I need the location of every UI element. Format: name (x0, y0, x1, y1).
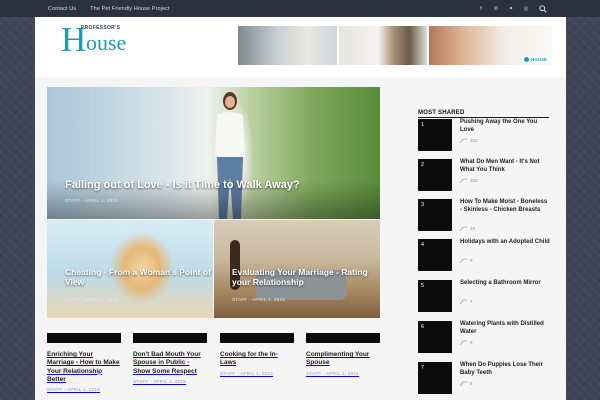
post-thumbnail (220, 333, 294, 343)
banner-logo-text: HOUSE (530, 57, 547, 62)
rank-number: 4 (421, 242, 425, 248)
most-shared-title: Pushing Away the One You Love (460, 119, 538, 133)
most-shared-thumbnail: 7 (418, 362, 452, 394)
banner-photo-cat (339, 26, 427, 65)
featured-main-title: Falling out of Love - Is it Time to Walk… (65, 179, 300, 191)
share-count: 9 (460, 258, 473, 263)
most-shared-title: Watering Plants with Distilled Water (460, 321, 544, 335)
header-banner-ad[interactable]: HOUSE (238, 26, 552, 65)
most-shared-item[interactable]: 2 What Do Men Want - It's Not What You T… (418, 159, 549, 191)
featured-left-meta: STAFF - APRIL 1, 2015 (65, 297, 119, 302)
featured-main-meta: STAFF - APRIL 1, 2015 (65, 198, 119, 203)
share-count: 5 (460, 381, 473, 386)
most-shared-thumbnail: 2 (418, 159, 452, 191)
post-meta: STAFF - APRIL 1, 2015 (133, 378, 187, 384)
featured-right-meta: STAFF - APRIL 1, 2015 (232, 297, 286, 302)
share-count: 7 (460, 299, 473, 304)
instagram-icon[interactable]: ◎ (523, 6, 529, 12)
most-shared-thumbnail: 5 (418, 280, 452, 312)
share-count: 100 (460, 178, 478, 183)
most-shared-title: Selecting a Bathroom Mirror (460, 280, 541, 286)
post-title: Complimenting Your Spouse (306, 351, 370, 367)
post-thumbnail (306, 333, 380, 343)
post-card[interactable]: Cooking for the In-Laws STAFF - APRIL 1,… (220, 333, 294, 376)
most-shared-title: When Do Puppies Lose Their Baby Teeth (460, 362, 544, 376)
nav-contact-us[interactable]: Contact Us (48, 6, 76, 12)
share-icon (460, 226, 467, 231)
featured-left-title: Cheating - From a Woman's Point of View (65, 267, 211, 287)
post-card[interactable]: Complimenting Your Spouse STAFF - APRIL … (306, 333, 380, 376)
post-meta: STAFF - APRIL 1, 2015 (220, 370, 274, 376)
post-meta: STAFF - APRIL 1, 2015 (47, 387, 101, 393)
most-shared-title: How To Make Moist - Boneless - Skinless … (460, 199, 548, 213)
banner-logo-mark (523, 57, 529, 62)
page-container: H PROFESSOR'S ouse HOUSE Falling out of … (35, 17, 566, 400)
post-card[interactable]: Don't Bad Mouth Your Spouse in Public - … (133, 333, 207, 384)
social-links: f ℗ ✦ ◎ (478, 0, 529, 17)
share-icon (460, 178, 467, 183)
main-content: Falling out of Love - Is it Time to Walk… (35, 77, 566, 400)
most-shared-thumbnail: 4 (418, 239, 452, 271)
sidebar-most-shared: MOST SHARED 1 Pushing Away the One You L… (405, 87, 553, 400)
banner-logo: HOUSE (521, 56, 549, 63)
most-shared-thumbnail: 3 (418, 199, 452, 231)
share-count-value: 9 (470, 258, 473, 263)
most-shared-title: What Do Men Want - It's Not What You Thi… (460, 159, 540, 173)
top-bar: Contact Us The Pet Friendly House Projec… (0, 0, 600, 17)
most-shared-title: Holidays with an Adopted Child (460, 239, 550, 245)
banner-photo-child-puppy: HOUSE (428, 26, 552, 65)
most-shared-item[interactable]: 4 Holidays with an Adopted Child 9 (418, 239, 550, 271)
most-shared-thumbnail: 6 (418, 321, 452, 353)
most-shared-item[interactable]: 6 Watering Plants with Distilled Water 5 (418, 321, 549, 353)
share-count-value: 102 (470, 138, 478, 143)
search-icon[interactable] (539, 5, 547, 13)
post-thumbnail (133, 333, 207, 343)
share-count: 5 (460, 340, 473, 345)
most-shared-thumbnail: 1 (418, 119, 452, 151)
facebook-icon[interactable]: f (478, 6, 484, 12)
share-count-value: 5 (470, 381, 473, 386)
share-icon (460, 340, 467, 345)
share-icon (460, 381, 467, 386)
rank-number: 1 (421, 122, 425, 128)
featured-main-card[interactable]: Falling out of Love - Is it Time to Walk… (47, 87, 380, 219)
site-logo[interactable]: H PROFESSOR'S ouse (61, 20, 151, 60)
post-title: Don't Bad Mouth Your Spouse in Public - … (133, 351, 201, 375)
share-count-value: 5 (470, 340, 473, 345)
share-count-value: 10 (470, 226, 476, 231)
most-shared-item[interactable]: 1 Pushing Away the One You Love 102 (418, 119, 549, 151)
banner-photo-kids-dog (238, 26, 338, 65)
pinterest-icon[interactable]: ℗ (493, 6, 499, 12)
share-icon (460, 299, 467, 304)
twitter-icon[interactable]: ✦ (508, 6, 514, 12)
post-title: Enriching Your Marriage - How to Make Yo… (47, 351, 120, 383)
logo-word: ouse (86, 30, 127, 55)
share-icon (460, 258, 467, 263)
top-nav: Contact Us The Pet Friendly House Projec… (48, 0, 170, 17)
nav-pet-friendly-house[interactable]: The Pet Friendly House Project (90, 6, 169, 12)
sidebar-divider (418, 117, 549, 118)
share-count-value: 100 (470, 178, 478, 183)
sidebar-title: MOST SHARED (418, 110, 465, 116)
rank-number: 6 (421, 324, 425, 330)
post-thumbnail (47, 333, 121, 343)
post-card[interactable]: Enriching Your Marriage - How to Make Yo… (47, 333, 121, 392)
post-title: Cooking for the In-Laws (220, 351, 278, 367)
featured-right-title: Evaluating Your Marriage - Rating your R… (232, 267, 368, 287)
share-icon (460, 138, 467, 143)
share-count-value: 7 (470, 299, 473, 304)
post-meta: STAFF - APRIL 1, 2015 (306, 370, 360, 376)
most-shared-item[interactable]: 7 When Do Puppies Lose Their Baby Teeth … (418, 362, 549, 394)
featured-left-card[interactable]: Cheating - From a Woman's Point of View … (47, 220, 213, 318)
most-shared-item[interactable]: 5 Selecting a Bathroom Mirror 7 (418, 280, 549, 312)
site-header: H PROFESSOR'S ouse HOUSE (35, 17, 566, 77)
share-count: 102 (460, 138, 478, 143)
share-count: 10 (460, 226, 475, 231)
featured-right-card[interactable]: Evaluating Your Marriage - Rating your R… (214, 220, 380, 318)
rank-number: 3 (421, 202, 425, 208)
rank-number: 5 (421, 283, 425, 289)
rank-number: 2 (421, 162, 425, 168)
rank-number: 7 (421, 365, 425, 371)
most-shared-item[interactable]: 3 How To Make Moist - Boneless - Skinles… (418, 199, 549, 231)
